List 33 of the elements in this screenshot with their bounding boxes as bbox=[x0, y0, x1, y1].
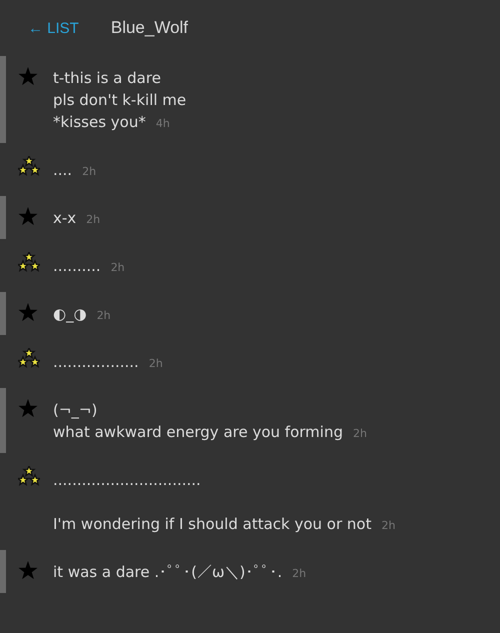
message-text: pls don't k-kill me bbox=[53, 91, 186, 109]
message-text: (¬_¬) bbox=[53, 401, 98, 419]
stars-icon bbox=[18, 466, 40, 486]
message-text: .......... bbox=[53, 257, 101, 275]
message-text: t-this is a dare bbox=[53, 69, 161, 87]
star-icon bbox=[18, 561, 38, 581]
message-text: what awkward energy are you forming bbox=[53, 423, 343, 441]
message-time: 4h bbox=[156, 117, 170, 130]
message-time: 2h bbox=[292, 567, 306, 580]
message-text: .... bbox=[53, 161, 72, 179]
message-text: ◐_◑ bbox=[53, 305, 87, 323]
stars-icon bbox=[18, 348, 40, 368]
message-time: 2h bbox=[96, 309, 111, 322]
message-text: ............................... bbox=[53, 471, 201, 489]
back-link[interactable]: ← LIST bbox=[28, 20, 79, 36]
star-icon bbox=[18, 67, 38, 87]
stars-icon bbox=[18, 252, 40, 272]
chat-title: Blue_Wolf bbox=[110, 18, 188, 38]
message-time: 2h bbox=[86, 213, 100, 226]
message-text: I'm wondering if I should attack you or not bbox=[53, 515, 372, 533]
message-text: .................. bbox=[53, 353, 139, 371]
message-text: it was a dare .･ﾟﾟ･(／ω＼)･ﾟﾟ･. bbox=[53, 563, 282, 581]
message-time: 2h bbox=[82, 165, 96, 178]
message-text: x-x bbox=[53, 209, 76, 227]
message-time: 2h bbox=[148, 357, 163, 370]
message-time: 2h bbox=[382, 519, 396, 532]
stars-icon bbox=[18, 156, 40, 176]
message-time: 2h bbox=[352, 427, 367, 440]
star-icon bbox=[18, 399, 38, 419]
star-icon bbox=[18, 303, 38, 323]
message-time: 2h bbox=[110, 261, 125, 274]
star-icon bbox=[18, 207, 38, 227]
message-text: *kisses you* bbox=[53, 113, 146, 131]
